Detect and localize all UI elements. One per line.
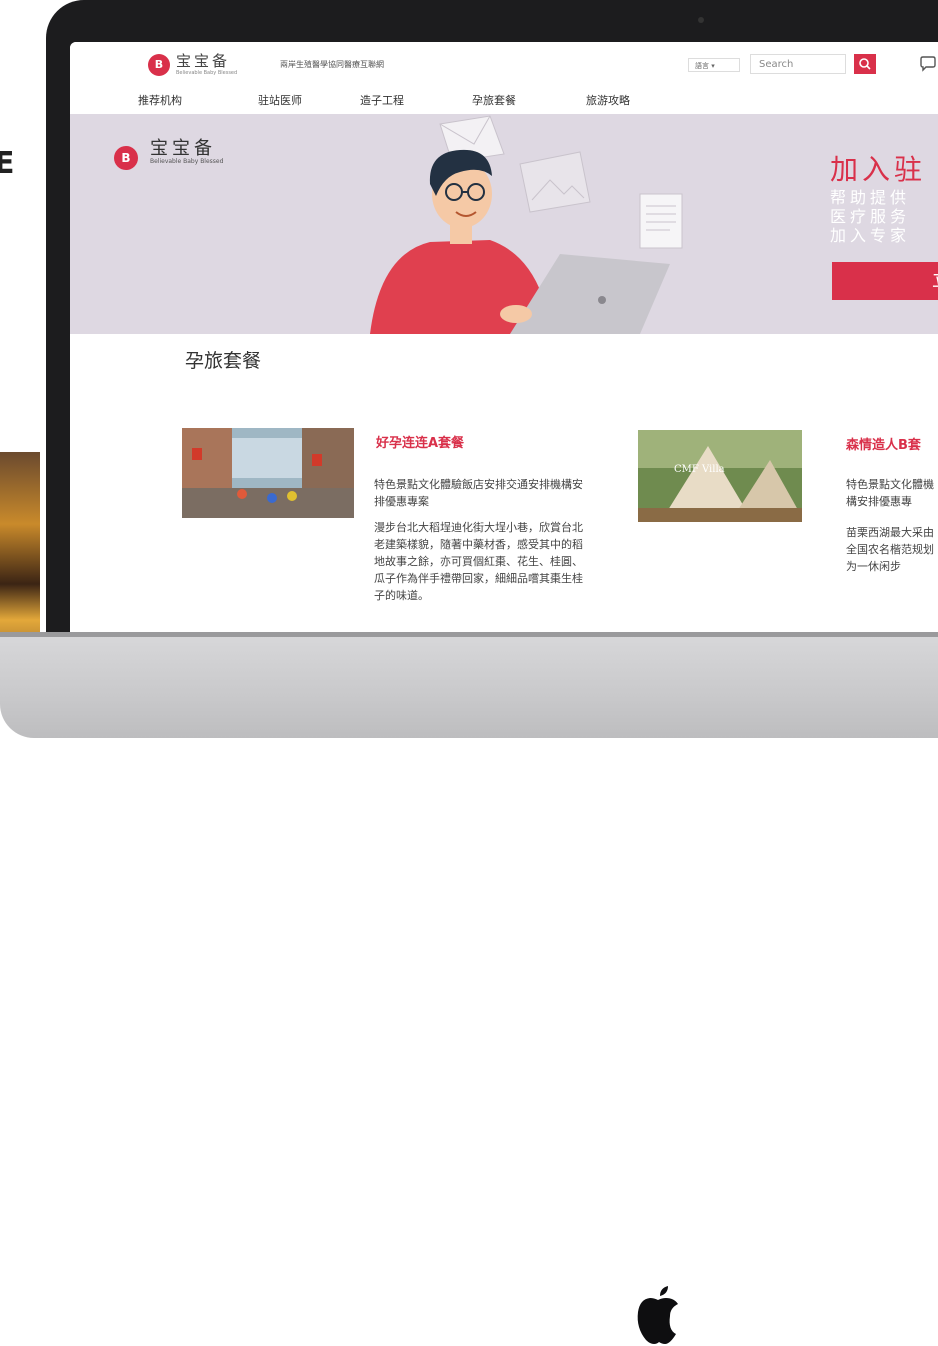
language-select[interactable]: 語言 ▾ [688,58,740,72]
banner-logo-subtext: Believable Baby Blessed [150,158,224,165]
card-description: 苗栗西湖最大采由全国农名楷范规划为一休闲步 [846,526,934,573]
monitor-chin [0,632,938,1344]
card-summary: 特色景點文化體驗飯店安排交通安排機構安排優惠專案 [374,478,583,508]
camera-icon [698,17,704,23]
banner-subtitle-line: 医疗服务 [830,207,911,226]
partial-heading: E [0,146,15,181]
banner-subtitle-line: 加入专家 [830,226,911,245]
search-input[interactable]: Search [750,54,846,74]
apple-logo-icon [637,1286,678,1344]
hero-banner: B 宝宝备 Believable Baby Blessed 加入驻 帮助提供 医… [70,114,938,334]
logo-icon[interactable]: B [148,54,170,76]
card-title[interactable]: 好孕连连A套餐 [376,432,464,451]
section-title: 孕旅套餐 [185,350,262,372]
card-title[interactable]: 森情造人B套 [846,434,921,453]
nav-item-travel-guide[interactable]: 旅游攻略 [586,92,630,108]
card-image-caption: CMF Villa [674,464,725,475]
chat-icon[interactable] [918,54,938,74]
banner-title: 加入驻 [830,153,927,186]
site-tagline: 兩岸生殖醫學協同醫療互聯網 [280,60,384,69]
man-laptop-illustration [370,115,683,334]
nav-item-packages[interactable]: 孕旅套餐 [472,92,516,108]
nav-item-doctors[interactable]: 驻站医师 [258,92,302,108]
banner-logo-text: 宝宝备 [150,138,216,159]
main-nav: 推荐机构 驻站医师 造子工程 孕旅套餐 旅游攻略 [70,86,938,114]
nav-item-project[interactable]: 造子工程 [360,92,404,108]
banner-subtitle-line: 帮助提供 [830,188,911,207]
logo-subtext: Believable Baby Blessed [176,70,238,76]
banner-subtitle: 帮助提供 医疗服务 加入专家 [830,188,910,245]
search-button[interactable] [854,54,876,74]
screen: B 宝宝备 Believable Baby Blessed 兩岸生殖醫學協同醫療… [70,42,938,632]
card-image-street[interactable] [182,428,354,518]
card-image-tents[interactable]: CMF Villa [638,430,802,522]
site-header: B 宝宝备 Believable Baby Blessed 兩岸生殖醫學協同醫療… [70,42,938,86]
join-button[interactable]: 立 [832,262,938,300]
screen-bottom-edge [0,632,938,637]
card-description: 漫步台北大稻埕迪化街大埕小巷，欣賞台北老建築樣貌，隨著中藥材香，感受其中的稻地故… [374,521,583,602]
logo-text[interactable]: 宝宝备 [176,50,230,71]
card-summary: 特色景點文化體機構安排優惠專 [846,478,934,508]
nav-item-institutions[interactable]: 推荐机构 [138,92,182,108]
search-icon [859,58,871,70]
banner-logo-icon: B [114,146,138,170]
